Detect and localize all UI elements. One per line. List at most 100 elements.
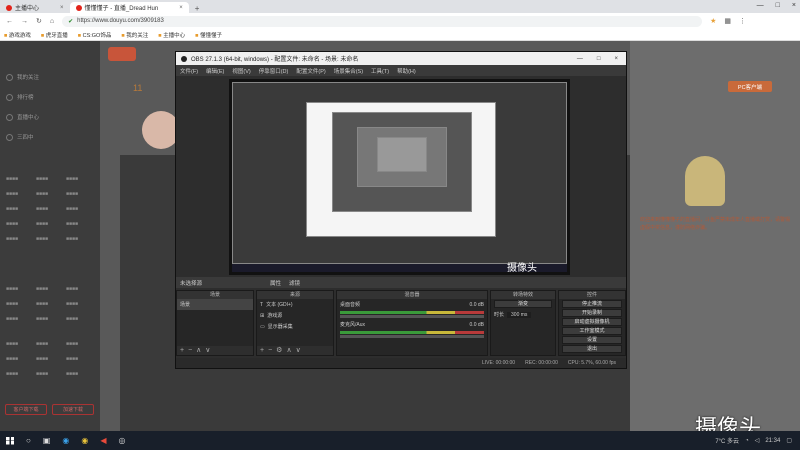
start-recording-button[interactable]: 开始录制 (562, 309, 622, 317)
back-icon[interactable]: ← (6, 18, 13, 25)
exit-button[interactable]: 退出 (562, 345, 622, 353)
tab-live-room[interactable]: 懂懂懂子 - 直播_Dread Hun × (69, 2, 189, 13)
minimize-icon[interactable]: — (577, 56, 583, 62)
maximize-icon[interactable]: □ (776, 2, 780, 9)
minimize-icon[interactable]: — (757, 2, 764, 9)
duration-input[interactable]: 300 ms (507, 311, 532, 318)
tab-anchor-center[interactable]: 主播中心 × (0, 2, 70, 13)
close-icon[interactable]: × (614, 56, 618, 62)
menu-edit[interactable]: 编辑(E) (206, 67, 224, 75)
app-icon[interactable]: ◀ (100, 436, 106, 445)
category-link[interactable]: ■■■■ (36, 341, 66, 347)
menu-scene-collection[interactable]: 场景集合(S) (334, 67, 363, 75)
category-link[interactable]: ■■■■ (36, 191, 66, 197)
sidebar-item-rank[interactable]: 排行榜 (6, 93, 34, 101)
speed-download-button[interactable]: 加速下载 (52, 404, 94, 415)
bookmark-item[interactable]: 懂懂懂子 (195, 31, 222, 39)
category-link[interactable]: ■■■■ (36, 176, 66, 182)
category-link[interactable]: ■■■■ (66, 371, 96, 377)
task-view-icon[interactable]: ▣ (43, 436, 51, 445)
source-item[interactable]: ⊞ 游戏源 (257, 310, 333, 321)
clock[interactable]: 21:34 (765, 438, 780, 444)
category-link[interactable]: ■■■■ (66, 356, 96, 362)
category-link[interactable]: ■■■■ (6, 176, 36, 182)
obs-preview-canvas[interactable]: 摄像头 (229, 79, 570, 275)
transition-select[interactable]: 渐变 (494, 300, 552, 308)
category-link[interactable]: ■■■■ (36, 356, 66, 362)
star-icon[interactable]: ★ (710, 17, 716, 25)
menu-view[interactable]: 视图(V) (232, 67, 250, 75)
sidebar-item-center[interactable]: 直播中心 (6, 113, 39, 121)
chrome-icon[interactable]: ◉ (81, 436, 88, 445)
client-download-button[interactable]: 客户端下载 (5, 404, 47, 415)
source-item[interactable]: T 文本 (GDI+) (257, 299, 333, 310)
forward-icon[interactable]: → (21, 18, 28, 25)
settings-button[interactable]: 设置 (562, 336, 622, 344)
category-link[interactable]: ■■■■ (6, 356, 36, 362)
menu-docks[interactable]: 停靠窗口(D) (259, 67, 289, 75)
close-icon[interactable]: × (60, 5, 64, 11)
category-link[interactable]: ■■■■ (36, 316, 66, 322)
category-link[interactable]: ■■■■ (6, 206, 36, 212)
reload-icon[interactable]: ↻ (36, 17, 42, 25)
home-icon[interactable]: ⌂ (50, 18, 54, 25)
category-link[interactable]: ■■■■ (66, 341, 96, 347)
notification-icon[interactable]: ▢ (786, 437, 792, 444)
source-controls[interactable]: +−⚙∧∨ (257, 346, 333, 355)
source-item[interactable]: ▭ 显示器采集 (257, 321, 333, 332)
scene-item[interactable]: 场景 (177, 299, 253, 310)
category-link[interactable]: ■■■■ (66, 301, 96, 307)
category-link[interactable]: ■■■■ (6, 221, 36, 227)
edge-icon[interactable]: ◉ (62, 436, 69, 445)
category-link[interactable]: ■■■■ (6, 316, 36, 322)
category-link[interactable]: ■■■■ (6, 341, 36, 347)
menu-profile[interactable]: 配置文件(P) (296, 67, 325, 75)
studio-mode-button[interactable]: 工作室模式 (562, 327, 622, 335)
extensions-icon[interactable]: ▦ (724, 17, 731, 25)
scene-controls[interactable]: +−∧∨ (177, 346, 253, 355)
menu-tools[interactable]: 工具(T) (371, 67, 389, 75)
category-link[interactable]: ■■■■ (6, 301, 36, 307)
sidebar-item-other[interactable]: 三四中 (6, 133, 34, 141)
category-link[interactable]: ■■■■ (6, 371, 36, 377)
obs-icon[interactable]: ◎ (119, 436, 126, 445)
sidebar-item-follow[interactable]: 我的关注 (6, 73, 39, 81)
category-link[interactable]: ■■■■ (36, 371, 66, 377)
close-icon[interactable]: × (179, 5, 183, 11)
volume-slider[interactable] (340, 335, 484, 338)
category-link[interactable]: ■■■■ (36, 236, 66, 242)
properties-button[interactable]: 属性 (270, 279, 281, 287)
volume-icon[interactable]: ◁ (755, 437, 760, 444)
bookmark-item[interactable]: 游戏游戏 (4, 31, 31, 39)
category-link[interactable]: ■■■■ (36, 286, 66, 292)
new-tab-button[interactable]: + (189, 4, 206, 13)
category-link[interactable]: ■■■■ (6, 236, 36, 242)
category-link[interactable]: ■■■■ (66, 176, 96, 182)
category-link[interactable]: ■■■■ (6, 191, 36, 197)
category-link[interactable]: ■■■■ (66, 286, 96, 292)
pc-client-button[interactable]: PC客户端 (728, 81, 772, 92)
windows-start-icon[interactable] (6, 436, 14, 445)
stop-streaming-button[interactable]: 停止推流 (562, 300, 622, 308)
menu-file[interactable]: 文件(F) (180, 67, 198, 75)
category-link[interactable]: ■■■■ (66, 206, 96, 212)
network-icon[interactable]: ◔ (745, 438, 749, 444)
category-link[interactable]: ■■■■ (66, 221, 96, 227)
bookmark-item[interactable]: 主播中心 (158, 31, 185, 39)
bookmark-item[interactable]: 我的关注 (121, 31, 148, 39)
category-link[interactable]: ■■■■ (6, 286, 36, 292)
bookmark-item[interactable]: CS:GO饰品 (78, 31, 112, 39)
close-window-icon[interactable]: × (792, 2, 796, 9)
search-icon[interactable]: ○ (26, 436, 31, 445)
category-link[interactable]: ■■■■ (66, 236, 96, 242)
category-link[interactable]: ■■■■ (36, 301, 66, 307)
category-link[interactable]: ■■■■ (36, 206, 66, 212)
category-link[interactable]: ■■■■ (66, 316, 96, 322)
url-field[interactable]: ✔ https://www.douyu.com/3909183 (62, 15, 703, 27)
virtual-camera-button[interactable]: 启动虚拟摄像机 (562, 318, 622, 326)
filters-button[interactable]: 滤镜 (289, 279, 300, 287)
maximize-icon[interactable]: □ (597, 56, 601, 62)
volume-slider[interactable] (340, 315, 484, 318)
menu-help[interactable]: 帮助(H) (397, 67, 416, 75)
bookmark-item[interactable]: 虎牙直播 (41, 31, 68, 39)
